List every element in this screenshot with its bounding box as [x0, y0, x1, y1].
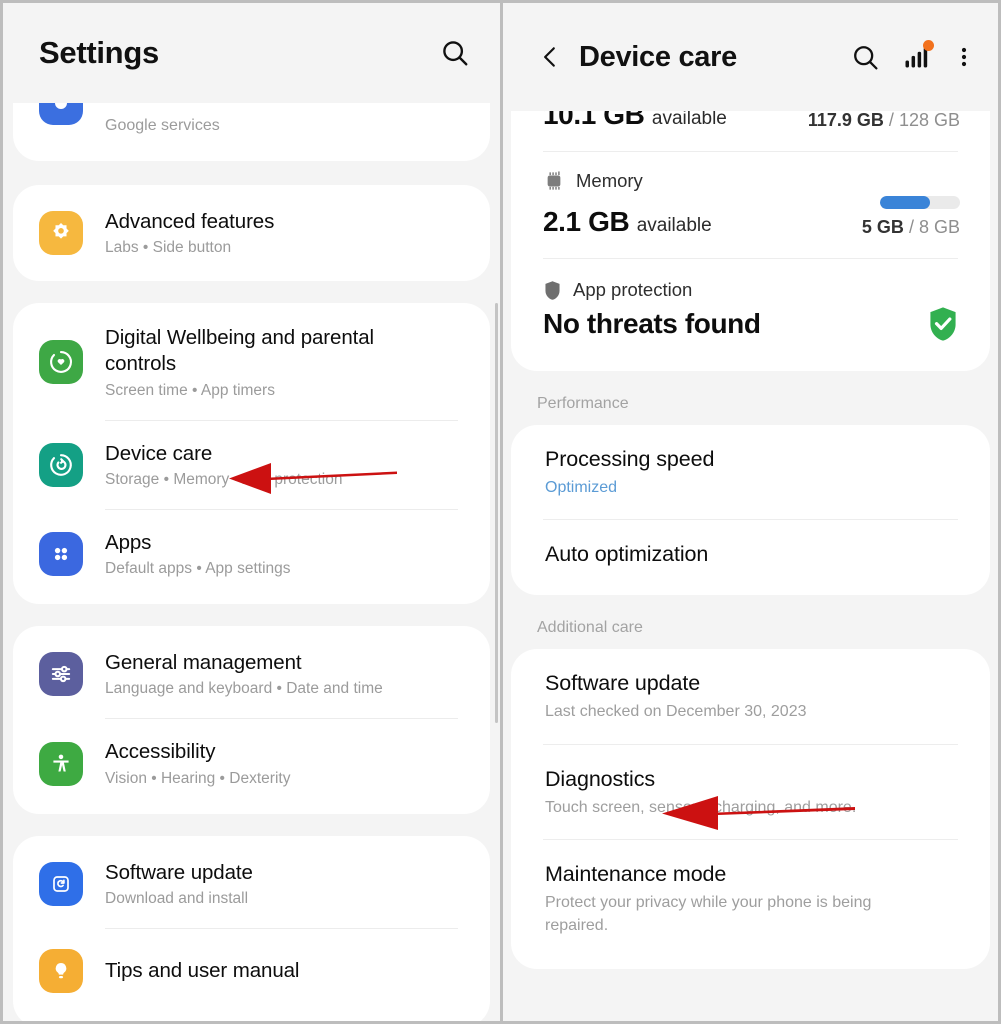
memory-chip-icon	[543, 171, 565, 191]
list-item-title: Digital Wellbeing and parental controls	[105, 326, 374, 376]
memory-separator: /	[908, 217, 914, 237]
search-icon[interactable]	[440, 38, 470, 68]
list-item-title: General management	[105, 651, 302, 675]
memory-total: 8 GB	[918, 217, 960, 237]
list-item-apps[interactable]: Apps Default apps • App settings	[13, 510, 490, 604]
app-protection-label: App protection	[573, 279, 693, 300]
performance-card: Processing speed Optimized Auto optimiza…	[511, 425, 990, 596]
menu-item-subtitle: Protect your privacy while your phone is…	[545, 894, 872, 934]
menu-item-subtitle: Optimized	[545, 479, 618, 496]
page-title: Device care	[579, 40, 737, 73]
menu-item-processing-speed[interactable]: Processing speed Optimized	[511, 425, 990, 519]
accessibility-icon	[39, 741, 83, 786]
menu-item-title: Diagnostics	[545, 766, 656, 791]
shield-icon	[543, 280, 562, 301]
advanced-features-icon	[39, 211, 83, 256]
search-icon[interactable]	[851, 43, 880, 72]
settings-group: Digital Wellbeing and parental controls …	[13, 303, 490, 605]
menu-item-title: Auto optimization	[545, 542, 709, 567]
settings-group: Advanced features Labs • Side button	[13, 185, 490, 282]
storage-usage: 117.9 GB / 128 GB	[808, 111, 960, 131]
list-item-subtitle: Language and keyboard • Date and time	[105, 680, 383, 698]
list-item-subtitle: Default apps • App settings	[105, 560, 291, 578]
app-protection-stat[interactable]: App protection No threats found	[511, 259, 990, 371]
list-item-subtitle: Screen time • App timers	[105, 381, 275, 399]
settings-group: General management Language and keyboard…	[13, 626, 490, 814]
google-icon	[39, 103, 83, 125]
section-label-additional-care: Additional care	[537, 619, 643, 637]
memory-value-suffix: available	[636, 215, 712, 236]
list-item-title: Software update	[105, 860, 253, 884]
bar-chart-icon[interactable]	[902, 40, 934, 71]
storage-value: 10.1 GB available	[543, 111, 727, 131]
memory-stat[interactable]: Memory 2.1 GB available 5 GB / 8 GB	[511, 152, 990, 258]
apps-icon	[39, 532, 83, 577]
list-item-title: Apps	[105, 530, 152, 554]
memory-used: 5 GB	[861, 217, 904, 237]
settings-panel: Settings Google services Advanced featur…	[0, 0, 500, 1024]
settings-group: Software update Download and install Tip…	[13, 835, 490, 1021]
memory-progress-fill	[880, 196, 930, 209]
storage-used: 117.9 GB	[807, 111, 884, 130]
storage-total: 128 GB	[898, 111, 960, 130]
menu-item-diagnostics[interactable]: Diagnostics Touch screen, sensors, charg…	[511, 745, 990, 839]
menu-item-subtitle: Touch screen, sensors, charging, and mor…	[545, 798, 857, 816]
list-item-software-update[interactable]: Software update Download and install	[13, 836, 490, 928]
menu-item-title: Software update	[545, 671, 701, 696]
menu-item-subtitle: Last checked on December 30, 2023	[545, 703, 807, 721]
section-label-performance: Performance	[537, 395, 629, 412]
settings-group: Google services	[13, 103, 490, 161]
list-item[interactable]: Google services	[13, 103, 490, 161]
app-protection-status: No threats found	[543, 308, 761, 339]
storage-separator: /	[888, 111, 894, 130]
menu-item-maintenance-mode[interactable]: Maintenance mode Protect your privacy wh…	[511, 840, 990, 963]
list-item-subtitle: Download and install	[105, 889, 249, 907]
notification-badge	[923, 40, 934, 51]
list-item-digital-wellbeing[interactable]: Digital Wellbeing and parental controls …	[13, 303, 490, 419]
tips-icon	[39, 948, 83, 993]
list-item-general-management[interactable]: General management Language and keyboard…	[13, 626, 490, 718]
device-care-header: Device care	[503, 3, 998, 111]
list-item-tips[interactable]: Tips and user manual	[13, 929, 490, 1021]
device-care-panel: Device care 10.1 GB available 117.9 GB /…	[500, 0, 1001, 1024]
list-item-subtitle: Labs • Side button	[105, 239, 232, 257]
status-card: 10.1 GB available 117.9 GB / 128 GB Memo…	[511, 111, 990, 371]
settings-list[interactable]: Google services Advanced features Labs •…	[3, 103, 500, 1021]
list-item-title: Advanced features	[105, 210, 275, 233]
device-care-icon	[39, 442, 83, 487]
list-item-subtitle: Google services	[105, 117, 220, 134]
software-update-icon	[39, 861, 83, 906]
header-actions	[851, 40, 976, 72]
list-item-title: Device care	[105, 441, 213, 465]
device-care-content[interactable]: 10.1 GB available 117.9 GB / 128 GB Memo…	[503, 111, 998, 1021]
list-item-device-care[interactable]: Device care Storage • Memory • App prote…	[13, 421, 490, 509]
list-item-accessibility[interactable]: Accessibility Vision • Hearing • Dexteri…	[13, 719, 490, 813]
settings-header: Settings	[3, 3, 500, 103]
memory-value: 2.1 GB available	[543, 206, 712, 237]
menu-item-auto-optimization[interactable]: Auto optimization	[511, 520, 990, 595]
list-item-subtitle: Vision • Hearing • Dexterity	[105, 769, 291, 787]
storage-stat[interactable]: 10.1 GB available 117.9 GB / 128 GB	[511, 111, 990, 151]
more-vertical-icon[interactable]	[952, 43, 976, 71]
additional-care-card: Software update Last checked on December…	[511, 649, 990, 969]
menu-item-title: Maintenance mode	[545, 862, 727, 887]
list-item-title: Accessibility	[105, 740, 216, 764]
menu-item-software-update[interactable]: Software update Last checked on December…	[511, 649, 990, 743]
list-item-title: Tips and user manual	[105, 958, 300, 982]
memory-label: Memory	[576, 170, 643, 191]
scrollbar[interactable]	[495, 303, 498, 723]
memory-usage: 5 GB / 8 GB	[862, 217, 960, 238]
page-title: Settings	[39, 35, 159, 70]
menu-item-title: Processing speed	[545, 447, 715, 471]
general-management-icon	[39, 652, 83, 697]
memory-progress-bar	[880, 196, 960, 209]
digital-wellbeing-icon	[39, 340, 83, 385]
list-item-subtitle: Storage • Memory • App protection	[105, 470, 343, 488]
dual-screenshot-container: Settings Google services Advanced featur…	[0, 0, 1001, 1024]
back-chevron-icon[interactable]	[529, 36, 571, 78]
list-item-advanced-features[interactable]: Advanced features Labs • Side button	[13, 185, 490, 281]
shield-check-icon	[926, 305, 960, 343]
storage-value-suffix: available	[651, 111, 727, 129]
